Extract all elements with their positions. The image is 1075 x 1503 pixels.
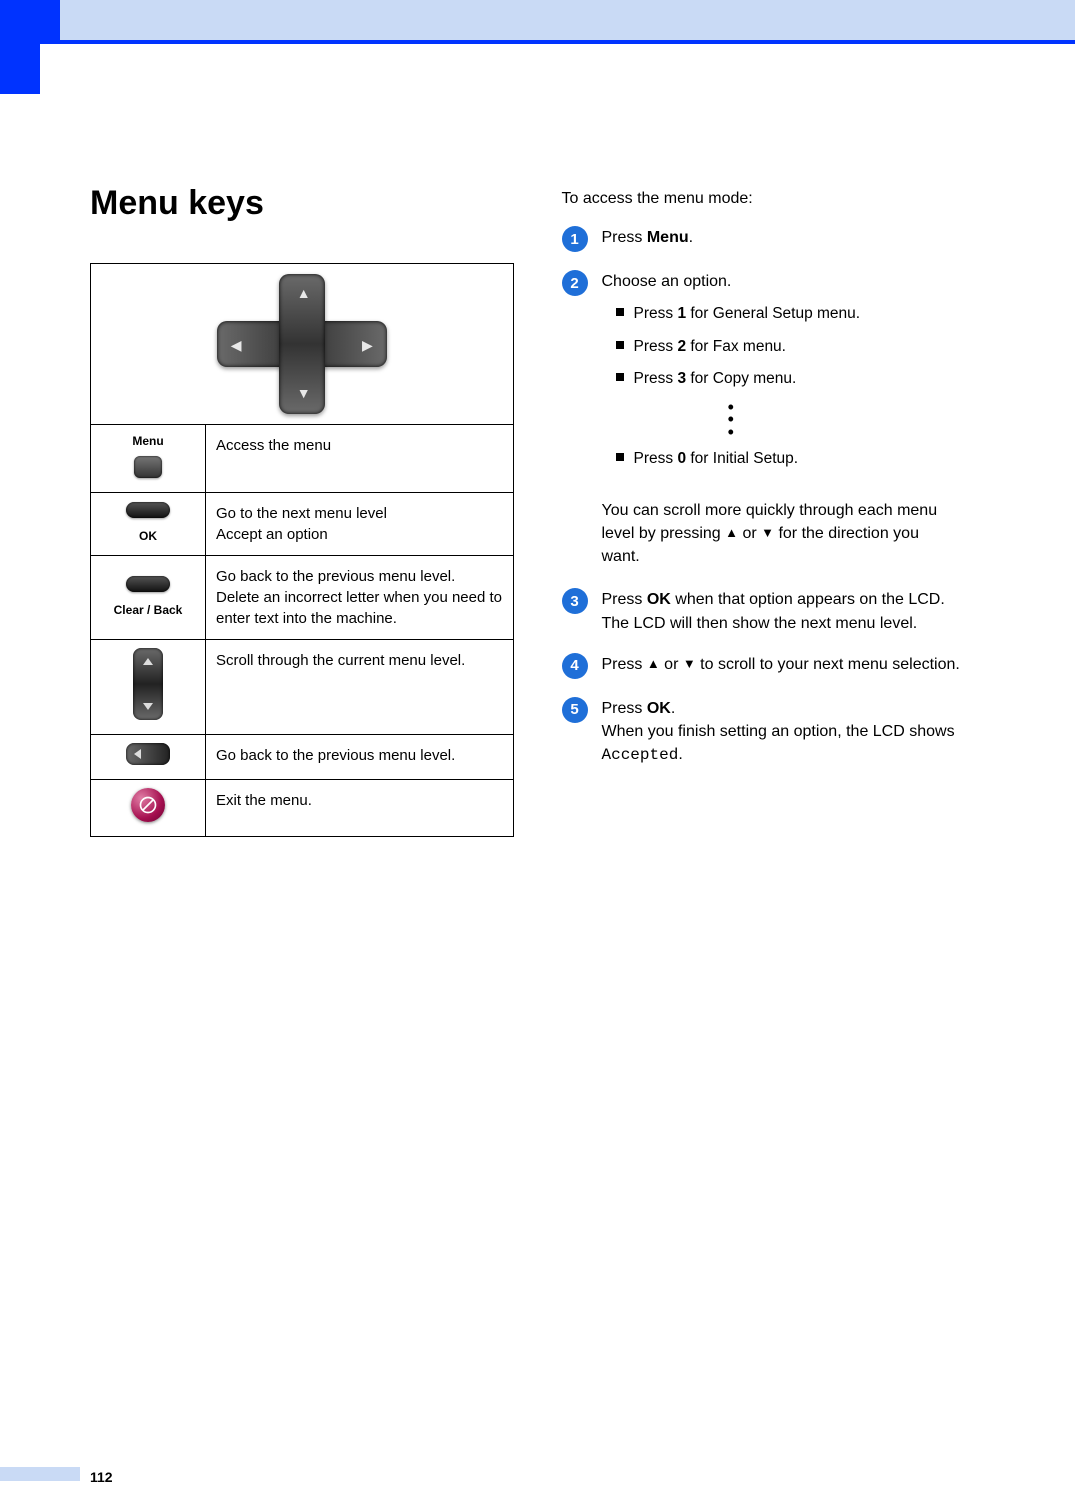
footer-stripe bbox=[0, 1467, 80, 1481]
clear-button-desc: Go back to the previous menu level. Dele… bbox=[206, 555, 514, 639]
accepted-code: Accepted bbox=[602, 746, 679, 764]
dpad-icon: ▲ ▼ ◀ ▶ bbox=[217, 274, 387, 414]
ok-button-desc: Go to the next menu level Accept an opti… bbox=[206, 492, 514, 555]
step-2-bullet-3: Press 3 for Copy menu. bbox=[616, 368, 861, 390]
updown-desc: Scroll through the current menu level. bbox=[206, 639, 514, 734]
stop-exit-icon bbox=[131, 788, 165, 822]
menu-button-desc: Access the menu bbox=[206, 425, 514, 493]
step-num-3: 3 bbox=[562, 588, 588, 614]
left-button-desc: Go back to the previous menu level. bbox=[206, 734, 514, 779]
menu-keys-table: ▲ ▼ ◀ ▶ Menu Access the menu bbox=[90, 263, 514, 837]
step-num-5: 5 bbox=[562, 697, 588, 723]
vertical-dots-icon: ••• bbox=[602, 401, 861, 439]
step-2-bullet-2: Press 2 for Fax menu. bbox=[616, 336, 861, 358]
clear-button-icon bbox=[126, 576, 170, 592]
ok-button-icon bbox=[126, 502, 170, 518]
step-1-suffix: . bbox=[689, 229, 693, 246]
step-num-1: 1 bbox=[562, 226, 588, 252]
step-2-bullet-4: Press 0 for Initial Setup. bbox=[616, 448, 861, 470]
up-arrow-icon: ▲ bbox=[647, 655, 660, 674]
scroll-note: You can scroll more quickly through each… bbox=[602, 499, 942, 569]
page-title: Menu keys bbox=[90, 184, 514, 223]
up-arrow-icon: ▲ bbox=[725, 524, 738, 543]
menu-button-label: Menu bbox=[95, 433, 201, 450]
down-arrow-icon: ▼ bbox=[761, 524, 774, 543]
step-2-text: Choose an option. bbox=[602, 273, 732, 290]
stop-exit-desc: Exit the menu. bbox=[206, 779, 514, 836]
down-arrow-icon: ▼ bbox=[683, 655, 696, 674]
ok-button-label: OK bbox=[95, 528, 201, 545]
down-arrow-icon: ▼ bbox=[297, 384, 311, 404]
step-4: 4 Press ▲ or ▼ to scroll to your next me… bbox=[562, 653, 986, 679]
menu-button-icon bbox=[134, 456, 162, 478]
step-1-pre: Press bbox=[602, 229, 647, 246]
step-1-bold: Menu bbox=[647, 229, 689, 246]
header-stripe-light bbox=[60, 0, 1075, 40]
step-3: 3 Press OK when that option appears on t… bbox=[562, 588, 986, 634]
left-button-icon bbox=[126, 743, 170, 765]
up-arrow-icon: ▲ bbox=[297, 284, 311, 304]
step-num-2: 2 bbox=[562, 270, 588, 296]
step-5: 5 Press OK. When you finish setting an o… bbox=[562, 697, 986, 768]
step-2: 2 Choose an option. Press 1 for General … bbox=[562, 270, 986, 481]
intro-text: To access the menu mode: bbox=[562, 144, 986, 208]
right-column: To access the menu mode: 1 Press Menu. 2… bbox=[562, 144, 986, 837]
updown-icon bbox=[133, 648, 163, 720]
left-column: Menu keys ▲ ▼ ◀ ▶ bbox=[90, 144, 514, 837]
step-2-bullet-1: Press 1 for General Setup menu. bbox=[616, 303, 861, 325]
step-num-4: 4 bbox=[562, 653, 588, 679]
left-arrow-icon: ◀ bbox=[231, 336, 242, 356]
clear-button-label: Clear / Back bbox=[95, 602, 201, 619]
right-arrow-icon: ▶ bbox=[362, 336, 373, 356]
header-stripe-accent bbox=[0, 0, 60, 40]
step-1: 1 Press Menu. bbox=[562, 226, 986, 252]
header-stripe bbox=[0, 0, 1075, 40]
page-number: 112 bbox=[90, 1469, 113, 1485]
